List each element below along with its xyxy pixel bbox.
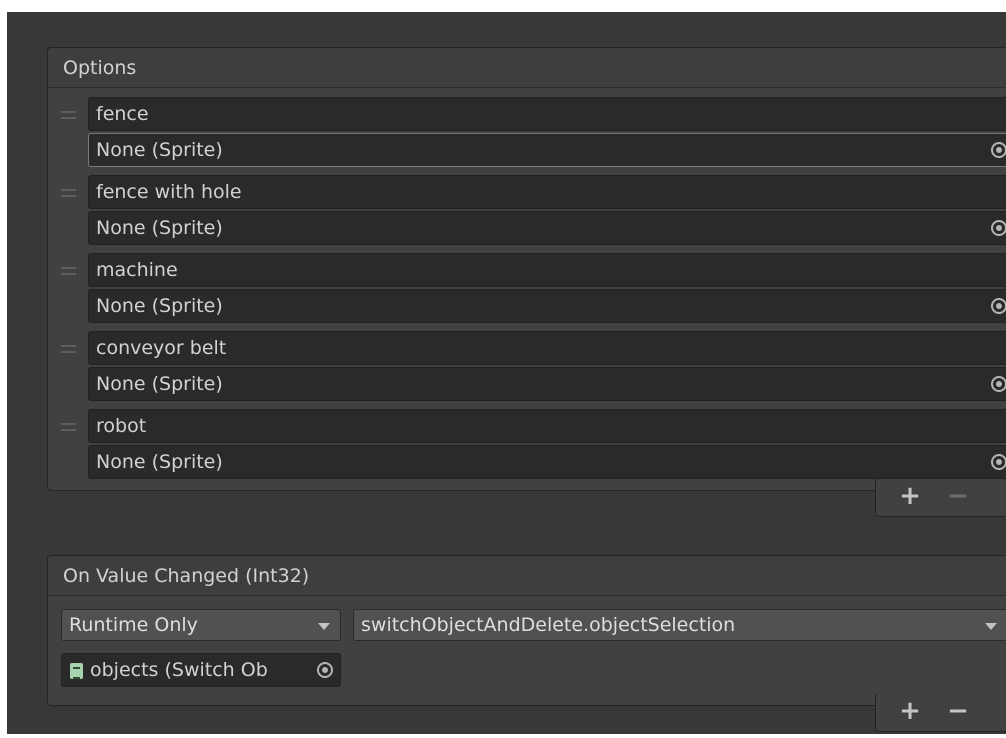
function-label: switchObjectAndDelete.objectSelection: [361, 614, 736, 636]
drag-handle-icon[interactable]: [61, 345, 76, 353]
target-object-label: objects (Switch Ob: [90, 659, 268, 681]
object-picker-icon[interactable]: [984, 290, 1006, 322]
inspector: Options fence None (Sprite) fence with h…: [7, 12, 1006, 734]
option-text-field[interactable]: conveyor belt: [88, 331, 1006, 365]
script-icon: [70, 663, 83, 679]
drag-handle-icon[interactable]: [61, 267, 76, 275]
options-header: Options: [48, 48, 1006, 88]
on-value-changed-event: On Value Changed (Int32) Runtime Only sw…: [47, 555, 1006, 706]
chevron-down-icon: [985, 623, 997, 630]
option-sprite-field[interactable]: None (Sprite): [88, 367, 1006, 401]
add-event-button[interactable]: +: [892, 696, 928, 726]
sprite-field-label: None (Sprite): [96, 451, 223, 473]
option-sprite-field[interactable]: None (Sprite): [88, 133, 1006, 167]
drag-handle-icon[interactable]: [61, 111, 76, 119]
option-text-field[interactable]: fence with hole: [88, 175, 1006, 209]
sprite-field-label: None (Sprite): [96, 139, 223, 161]
event-header: On Value Changed (Int32): [48, 556, 1006, 596]
list-item: conveyor belt None (Sprite): [48, 331, 1006, 403]
list-item: fence with hole None (Sprite): [48, 175, 1006, 247]
list-item: robot None (Sprite): [48, 409, 1006, 481]
remove-event-button[interactable]: −: [940, 696, 976, 726]
option-sprite-field[interactable]: None (Sprite): [88, 289, 1006, 323]
runtime-mode-label: Runtime Only: [69, 614, 198, 636]
list-item: machine None (Sprite): [48, 253, 1006, 325]
options-footer: + −: [875, 479, 1006, 517]
event-footer: + −: [875, 694, 1006, 732]
object-picker-icon[interactable]: [984, 134, 1006, 166]
option-sprite-field[interactable]: None (Sprite): [88, 445, 1006, 479]
object-picker-icon[interactable]: [310, 654, 340, 686]
sprite-field-label: None (Sprite): [96, 373, 223, 395]
option-text-field[interactable]: robot: [88, 409, 1006, 443]
sprite-field-label: None (Sprite): [96, 295, 223, 317]
function-dropdown[interactable]: switchObjectAndDelete.objectSelection: [353, 609, 1006, 641]
chevron-down-icon: [318, 623, 330, 630]
object-picker-icon[interactable]: [984, 368, 1006, 400]
options-list: Options fence None (Sprite) fence with h…: [47, 47, 1006, 491]
target-object-field[interactable]: objects (Switch Ob: [61, 653, 341, 687]
sprite-field-label: None (Sprite): [96, 217, 223, 239]
drag-handle-icon[interactable]: [61, 423, 76, 431]
add-option-button[interactable]: +: [892, 481, 928, 511]
option-sprite-field[interactable]: None (Sprite): [88, 211, 1006, 245]
runtime-mode-dropdown[interactable]: Runtime Only: [61, 609, 341, 641]
object-picker-icon[interactable]: [984, 212, 1006, 244]
option-text-field[interactable]: fence: [88, 97, 1006, 131]
drag-handle-icon[interactable]: [61, 189, 76, 197]
list-item: fence None (Sprite): [48, 97, 1006, 169]
remove-option-button[interactable]: −: [940, 481, 976, 511]
option-text-field[interactable]: machine: [88, 253, 1006, 287]
object-picker-icon[interactable]: [984, 446, 1006, 478]
